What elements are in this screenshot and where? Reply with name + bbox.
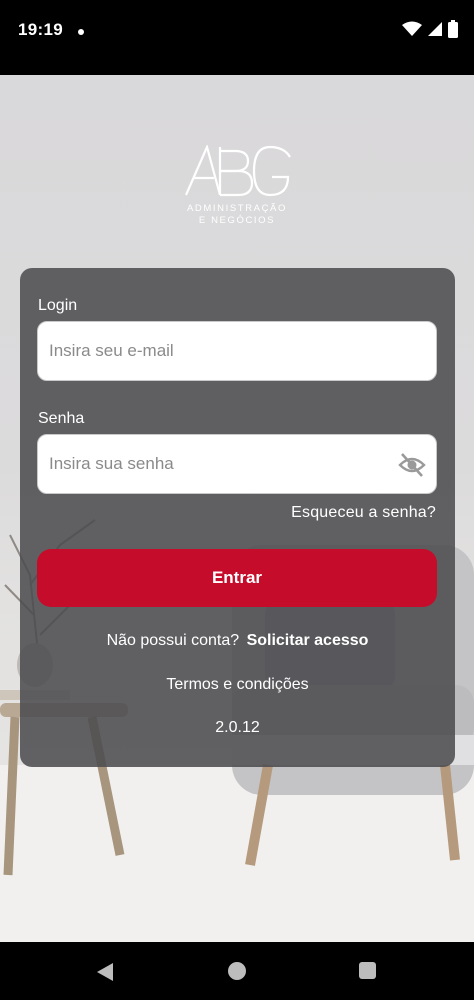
no-account-text: Não possui conta? [106, 632, 240, 649]
status-bar: 19:19 [0, 0, 474, 75]
request-access-link[interactable]: Solicitar acesso [247, 632, 369, 649]
navigation-bar [0, 942, 474, 1000]
wifi-icon [402, 21, 422, 36]
login-screen: ADMINISTRAÇÃO E NEGÓCIOS Login Insira se… [0, 75, 474, 942]
password-placeholder: Insira sua senha [49, 454, 174, 473]
status-icons [402, 20, 458, 38]
notification-dot-icon [78, 29, 84, 35]
login-card: Login Insira seu e-mail Senha Insira sua… [20, 268, 455, 767]
svg-text:ADMINISTRAÇÃO: ADMINISTRAÇÃO [187, 203, 287, 214]
recent-apps-icon[interactable] [359, 962, 376, 979]
login-button[interactable]: Entrar [37, 549, 437, 607]
forgot-password-link[interactable]: Esqueceu a senha? [291, 504, 436, 522]
back-icon[interactable] [96, 962, 114, 982]
signup-row: Não possui conta? Solicitar acesso [20, 632, 455, 650]
login-label: Login [38, 297, 78, 314]
signal-icon [428, 22, 442, 36]
password-label: Senha [38, 410, 85, 427]
abg-logo: ADMINISTRAÇÃO E NEGÓCIOS [184, 145, 291, 226]
eye-off-icon[interactable] [398, 452, 426, 478]
terms-link[interactable]: Termos e condições [20, 676, 455, 694]
svg-text:E NEGÓCIOS: E NEGÓCIOS [199, 215, 275, 226]
home-icon[interactable] [228, 962, 246, 980]
status-time: 19:19 [18, 20, 63, 39]
password-input[interactable]: Insira sua senha [37, 434, 437, 494]
app-version: 2.0.12 [215, 719, 260, 736]
battery-icon [448, 20, 458, 38]
email-input[interactable]: Insira seu e-mail [37, 321, 437, 381]
email-placeholder: Insira seu e-mail [49, 341, 174, 360]
